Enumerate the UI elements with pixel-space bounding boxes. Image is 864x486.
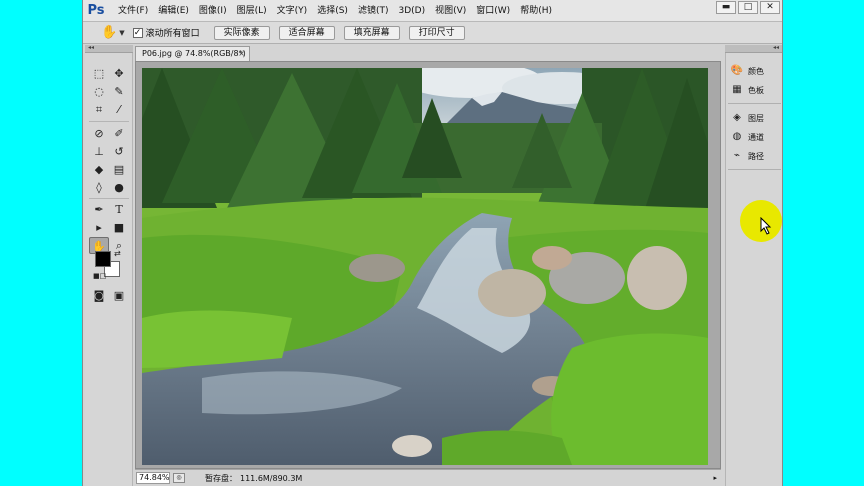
- healing-brush-tool-icon[interactable]: ⊘: [89, 125, 109, 142]
- swap-colors-icon[interactable]: ⇄: [114, 249, 121, 258]
- menu-view[interactable]: 视图(V): [430, 0, 471, 22]
- window-controls: ▬ □ ✕: [716, 1, 780, 14]
- landscape-photo[interactable]: [142, 68, 708, 465]
- panel-layers-label: 图层: [748, 113, 764, 123]
- panel-channels-label: 通道: [748, 132, 764, 142]
- history-brush-tool-icon[interactable]: ↺: [109, 143, 129, 160]
- paths-icon: ⌁: [733, 150, 741, 161]
- menu-type[interactable]: 文字(Y): [272, 0, 313, 22]
- preset-dropdown-icon[interactable]: ▼: [119, 29, 124, 37]
- menu-filter[interactable]: 滤镜(T): [353, 0, 394, 22]
- hand-tool-preset-icon[interactable]: ✋: [101, 25, 117, 40]
- marquee-tool-icon[interactable]: ⬚: [89, 65, 109, 82]
- clone-stamp-tool-icon[interactable]: ⊥: [89, 143, 109, 160]
- scroll-all-windows-checkbox[interactable]: ✓: [132, 27, 143, 38]
- path-selection-tool-icon[interactable]: ▸: [89, 219, 109, 236]
- photoshop-window: Ps 文件(F) 编辑(E) 图像(I) 图层(L) 文字(Y) 选择(S) 滤…: [82, 0, 783, 486]
- menu-file[interactable]: 文件(F): [113, 0, 153, 22]
- menu-edit[interactable]: 编辑(E): [153, 0, 194, 22]
- eyedropper-tool-icon[interactable]: ⁄: [109, 101, 129, 118]
- panel-divider: [728, 169, 781, 170]
- menu-help[interactable]: 帮助(H): [515, 0, 557, 22]
- status-menu-arrow-icon[interactable]: ▸: [713, 474, 717, 482]
- status-bar: 74.84% ◎ 暂存盘： 111.6M/890.3M ▸: [135, 469, 721, 486]
- tools-divider: [89, 198, 129, 199]
- default-colors-icon[interactable]: ■□: [93, 272, 106, 280]
- scratch-disk-value: 111.6M/890.3M: [240, 473, 303, 483]
- right-panel-header[interactable]: ◂◂: [725, 44, 782, 53]
- move-tool-icon[interactable]: ✥: [109, 65, 129, 82]
- close-button[interactable]: ✕: [760, 1, 780, 14]
- scroll-all-windows-label: 滚动所有窗口: [145, 29, 200, 39]
- dodge-tool-icon[interactable]: ●: [109, 179, 129, 196]
- menu-window[interactable]: 窗口(W): [471, 0, 515, 22]
- foreground-color-swatch[interactable]: [95, 251, 111, 267]
- print-size-button[interactable]: 打印尺寸: [408, 25, 465, 40]
- channels-icon: ◍: [732, 131, 742, 142]
- screen-mode-icon[interactable]: ▣: [109, 287, 129, 304]
- lasso-tool-icon[interactable]: ◌: [89, 83, 109, 100]
- eraser-tool-icon[interactable]: ◆: [89, 161, 109, 178]
- menu-select[interactable]: 选择(S): [312, 0, 353, 22]
- layers-icon: ◈: [733, 112, 741, 123]
- fill-screen-button[interactable]: 填充屏幕: [343, 25, 400, 40]
- actual-pixels-button[interactable]: 实际像素: [213, 25, 270, 40]
- scratch-disk-label: 暂存盘：: [205, 473, 237, 483]
- document-title: P06.jpg @ 74.8%(RGB/8*): [142, 49, 246, 58]
- brush-tool-icon[interactable]: ✐: [109, 125, 129, 142]
- menu-bar: Ps 文件(F) 编辑(E) 图像(I) 图层(L) 文字(Y) 选择(S) 滤…: [83, 0, 782, 22]
- tools-panel: ⬚ ✥ ◌ ✎ ⌗ ⁄ ⊘ ✐ ⊥ ↺ ◆ ▤ ◊ ● ✒ T ▸ ■ ✋ ⌕ …: [85, 53, 133, 486]
- tools-panel-header[interactable]: ◂◂: [85, 44, 133, 53]
- panel-color-label: 颜色: [748, 66, 764, 76]
- panel-divider: [728, 103, 781, 104]
- panel-paths-label: 路径: [748, 151, 764, 161]
- palette-icon: 🎨: [730, 65, 744, 76]
- menu-image[interactable]: 图像(I): [194, 0, 232, 22]
- crop-tool-icon[interactable]: ⌗: [89, 101, 109, 118]
- panel-layers[interactable]: ◈ 图层: [730, 110, 764, 126]
- quick-select-tool-icon[interactable]: ✎: [109, 83, 129, 100]
- tools-divider: [89, 121, 129, 122]
- canvas-area[interactable]: [135, 61, 721, 469]
- menu-3d[interactable]: 3D(D): [393, 0, 430, 22]
- maximize-button[interactable]: □: [738, 1, 758, 14]
- options-bar: ✋ ▼ ✓ 滚动所有窗口 实际像素 适合屏幕 填充屏幕 打印尺寸: [83, 22, 782, 44]
- fit-screen-button[interactable]: 适合屏幕: [278, 25, 335, 40]
- app-logo: Ps: [87, 3, 105, 18]
- close-document-icon[interactable]: ×: [238, 47, 245, 61]
- type-tool-icon[interactable]: T: [109, 201, 129, 218]
- zoom-level-field[interactable]: 74.84%: [136, 472, 170, 484]
- menu-layer[interactable]: 图层(L): [232, 0, 272, 22]
- panel-swatches-label: 色板: [748, 85, 764, 95]
- panel-paths[interactable]: ⌁ 路径: [730, 148, 764, 164]
- panel-swatches[interactable]: ▦ 色板: [730, 82, 764, 98]
- minimize-button[interactable]: ▬: [716, 1, 736, 14]
- status-info-icon[interactable]: ◎: [173, 473, 185, 483]
- pen-tool-icon[interactable]: ✒: [89, 201, 109, 218]
- swatches-icon: ▦: [732, 84, 742, 95]
- panel-channels[interactable]: ◍ 通道: [730, 129, 764, 145]
- gradient-tool-icon[interactable]: ▤: [109, 161, 129, 178]
- panel-dock: 🎨 颜色 ▦ 色板 ◈ 图层 ◍ 通道 ⌁ 路径: [725, 53, 782, 486]
- blur-tool-icon[interactable]: ◊: [89, 179, 109, 196]
- quick-mask-icon[interactable]: ◙: [89, 287, 109, 304]
- mouse-cursor-icon: [760, 217, 772, 235]
- document-tab[interactable]: P06.jpg @ 74.8%(RGB/8*) ×: [135, 46, 250, 61]
- panel-color[interactable]: 🎨 颜色: [730, 63, 764, 79]
- shape-tool-icon[interactable]: ■: [109, 219, 129, 236]
